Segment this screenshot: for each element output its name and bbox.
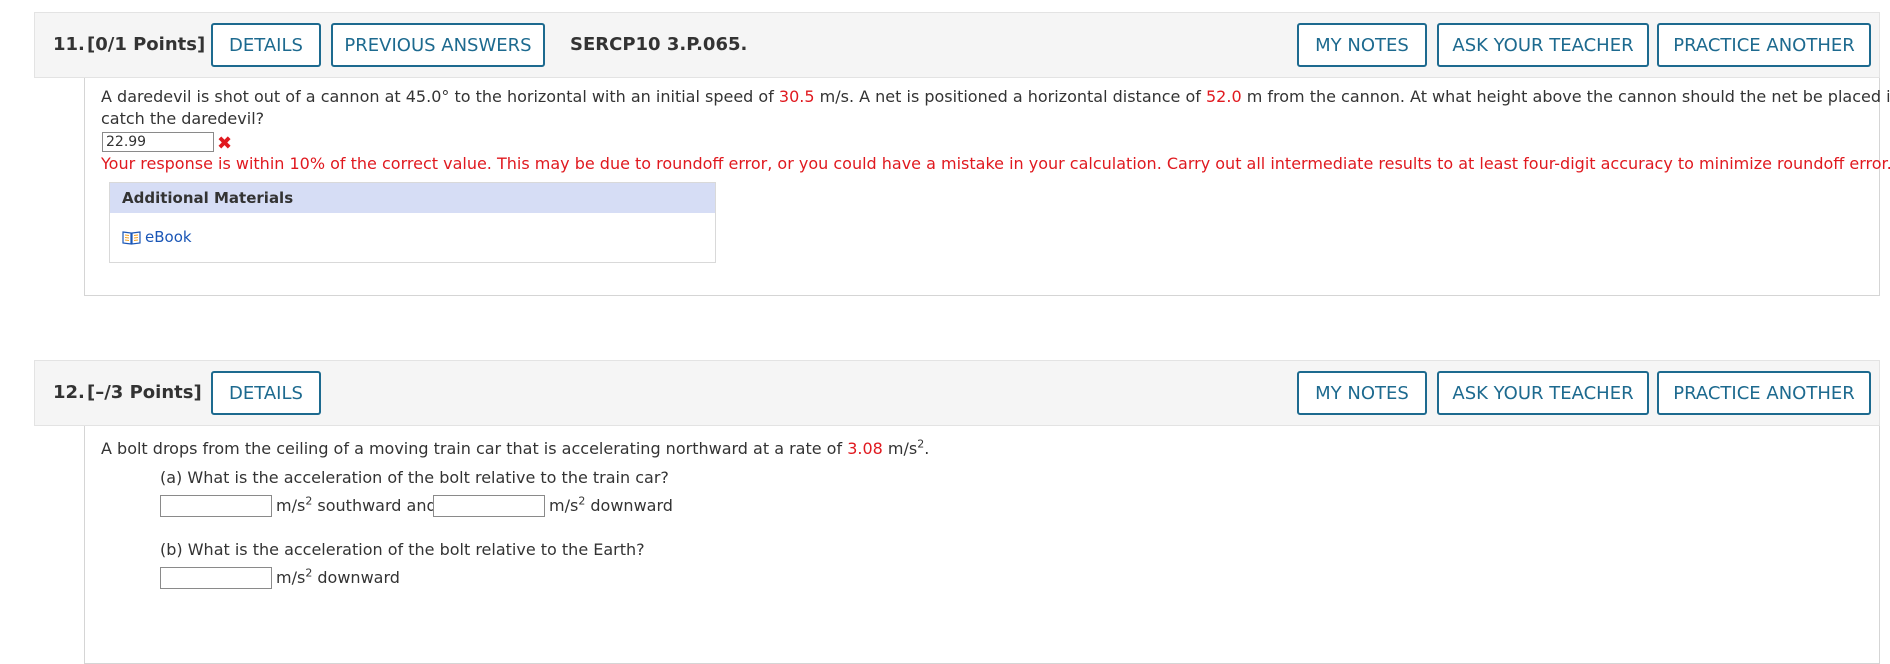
- q12-rate-value: 3.08: [847, 439, 883, 458]
- practice-another-button[interactable]: PRACTICE ANOTHER: [1657, 371, 1871, 415]
- details-button[interactable]: DETAILS: [211, 23, 321, 67]
- ask-your-teacher-button[interactable]: ASK YOUR TEACHER: [1437, 23, 1649, 67]
- q11-text-part: A daredevil is shot out of a cannon at 4…: [101, 87, 779, 106]
- unit-label: m/s: [276, 496, 306, 515]
- question-points: [0/1 Points]: [87, 34, 206, 55]
- practice-another-button[interactable]: PRACTICE ANOTHER: [1657, 23, 1871, 67]
- my-notes-button[interactable]: MY NOTES: [1297, 371, 1427, 415]
- q11-text-part: m/s. A net is positioned a horizontal di…: [814, 87, 1206, 106]
- q11-distance-value: 52.0: [1206, 87, 1242, 106]
- question-number: 12.: [53, 382, 85, 403]
- part-a-southward-input[interactable]: [160, 495, 272, 517]
- q12-text-part: m/s: [882, 439, 918, 458]
- question-12-header: 12. [–/3 Points] DETAILS MY NOTES ASK YO…: [34, 360, 1880, 426]
- feedback-text: Your response is within 10% of the corre…: [101, 154, 1890, 173]
- part-a-prompt: (a) What is the acceleration of the bolt…: [160, 468, 669, 487]
- part-a-unit-downward: m/s2 downward: [549, 496, 673, 516]
- details-button[interactable]: DETAILS: [211, 371, 321, 415]
- question-11-text: A daredevil is shot out of a cannon at 4…: [101, 86, 1890, 108]
- unit-suffix: southward and: [312, 496, 437, 515]
- additional-materials-panel: Additional Materials eBook: [109, 182, 716, 263]
- unit-suffix: downward: [312, 568, 400, 587]
- unit-suffix: downward: [585, 496, 673, 515]
- q12-text-part: .: [924, 439, 930, 458]
- part-a-unit-southward: m/s2 southward and: [276, 496, 437, 516]
- feedback-message: Your response is within 10% of the corre…: [101, 153, 1890, 175]
- answer-input[interactable]: [102, 132, 214, 152]
- additional-materials-heading: Additional Materials: [110, 183, 715, 213]
- incorrect-x-icon: ✖: [217, 133, 233, 154]
- question-11-text-line2: catch the daredevil?: [101, 109, 265, 128]
- question-points: [–/3 Points]: [87, 382, 202, 403]
- q11-text-part: m from the cannon. At what height above …: [1246, 87, 1890, 106]
- previous-answers-button[interactable]: PREVIOUS ANSWERS: [331, 23, 545, 67]
- question-reference: SERCP10 3.P.065.: [570, 34, 748, 55]
- ebook-label: eBook: [145, 228, 192, 246]
- part-b-unit: m/s2 downward: [276, 568, 400, 588]
- q12-text-part: A bolt drops from the ceiling of a movin…: [101, 439, 848, 458]
- ask-your-teacher-button[interactable]: ASK YOUR TEACHER: [1437, 371, 1649, 415]
- part-b-prompt: (b) What is the acceleration of the bolt…: [160, 540, 645, 559]
- book-icon: [122, 230, 141, 250]
- unit-label: m/s: [276, 568, 306, 587]
- my-notes-button[interactable]: MY NOTES: [1297, 23, 1427, 67]
- question-11-header: 11. [0/1 Points] DETAILS PREVIOUS ANSWER…: [34, 12, 1880, 78]
- unit-label: m/s: [549, 496, 579, 515]
- part-b-input[interactable]: [160, 567, 272, 589]
- question-12-text: A bolt drops from the ceiling of a movin…: [101, 438, 929, 460]
- question-number: 11.: [53, 34, 85, 55]
- ebook-link[interactable]: eBook: [122, 227, 192, 250]
- part-a-downward-input[interactable]: [433, 495, 545, 517]
- q11-speed-value: 30.5: [778, 87, 815, 106]
